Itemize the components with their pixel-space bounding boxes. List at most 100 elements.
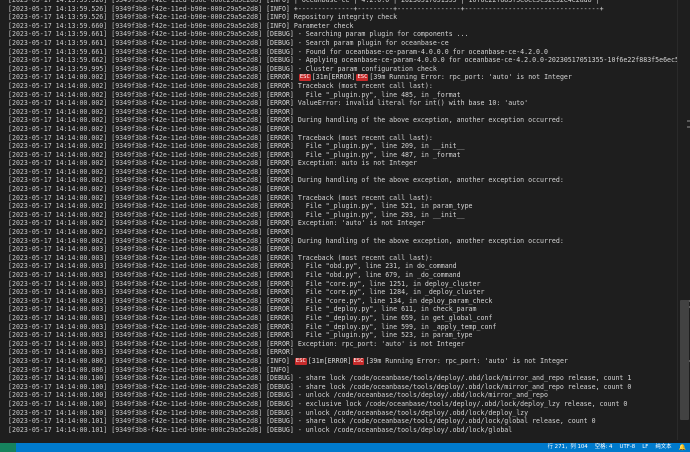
- log-trace-id: [9349f3b8-f42e-11ed-b90e-000c29a5e2d8]: [111, 90, 263, 99]
- log-line: [2023-05-17 14:14:00.100] [9349f3b8-f42e…: [0, 374, 690, 383]
- vertical-scrollbar[interactable]: [677, 0, 690, 440]
- log-level: [ERROR]: [266, 202, 294, 211]
- log-level: [DEBUG]: [266, 391, 294, 400]
- status-bar: 行 271，列 104 空格: 4 UTF-8 LF 纯文本 🔔: [0, 443, 690, 452]
- log-level: [ERROR]: [266, 193, 294, 202]
- log-message: +--------------+---------+--------------…: [293, 4, 604, 13]
- log-message: During handling of the above exception, …: [297, 236, 564, 245]
- log-timestamp: [2023-05-17 14:14:00.002]: [8, 159, 108, 168]
- log-message: - Found for oceanbase-ce-param-4.0.0.0 f…: [297, 47, 548, 56]
- log-message: - share lock /code/oceanbase/tools/deplo…: [297, 382, 632, 391]
- log-message: - Cluster param configuration check: [297, 64, 437, 73]
- log-trace-id: [9349f3b8-f42e-11ed-b90e-000c29a5e2d8]: [111, 288, 263, 297]
- notifications-icon[interactable]: 🔔: [679, 443, 686, 452]
- log-message: File "_plugin.py", line 485, in _format: [297, 90, 461, 99]
- log-trace-id: [9349f3b8-f42e-11ed-b90e-000c29a5e2d8]: [111, 210, 263, 219]
- log-timestamp: [2023-05-17 14:14:00.002]: [8, 167, 108, 176]
- log-message: File "_deploy.py", line 599, in _apply_t…: [297, 322, 497, 331]
- log-ansi-text: [31m[ERROR]: [311, 73, 356, 82]
- log-trace-id: [9349f3b8-f42e-11ed-b90e-000c29a5e2d8]: [111, 313, 263, 322]
- log-line: [2023-05-17 14:14:00.002] [9349f3b8-f42e…: [0, 151, 690, 160]
- log-level: [ERROR]: [266, 288, 294, 297]
- log-level: [ERROR]: [266, 245, 294, 254]
- log-timestamp: [2023-05-17 14:14:00.002]: [8, 228, 108, 237]
- log-timestamp: [2023-05-17 14:14:00.002]: [8, 107, 108, 116]
- log-message: [39m Running Error: rpc_port: 'auto' is …: [365, 356, 568, 365]
- log-message: File "core.py", line 1284, in _deploy_cl…: [297, 288, 485, 297]
- log-level: [DEBUG]: [266, 399, 294, 408]
- log-trace-id: [9349f3b8-f42e-11ed-b90e-000c29a5e2d8]: [111, 219, 263, 228]
- log-trace-id: [9349f3b8-f42e-11ed-b90e-000c29a5e2d8]: [111, 331, 263, 340]
- log-trace-id: [9349f3b8-f42e-11ed-b90e-000c29a5e2d8]: [111, 245, 263, 254]
- log-trace-id: [9349f3b8-f42e-11ed-b90e-000c29a5e2d8]: [111, 21, 263, 30]
- log-timestamp: [2023-05-17 14:14:00.003]: [8, 348, 108, 357]
- log-level: [ERROR]: [266, 150, 294, 159]
- log-trace-id: [9349f3b8-f42e-11ed-b90e-000c29a5e2d8]: [111, 167, 263, 176]
- log-message: File "core.py", line 134, in deploy_para…: [297, 296, 493, 305]
- log-line: [2023-05-17 14:14:00.002] [9349f3b8-f42e…: [0, 211, 690, 220]
- log-level: [ERROR]: [266, 313, 294, 322]
- log-trace-id: [9349f3b8-f42e-11ed-b90e-000c29a5e2d8]: [111, 382, 263, 391]
- log-line: [2023-05-17 14:13:59.661] [9349f3b8-f42e…: [0, 39, 690, 48]
- log-timestamp: [2023-05-17 14:14:00.002]: [8, 236, 108, 245]
- log-message: Exception: auto is not Integer: [297, 159, 417, 168]
- log-message: Traceback (most recent call last):: [297, 193, 433, 202]
- log-editor[interactable]: [2023-05-17 14:13:59.526] [9349f3b8-f42e…: [0, 0, 690, 440]
- log-message: - exclusive lock /code/oceanbase/tools/d…: [297, 399, 628, 408]
- log-trace-id: [9349f3b8-f42e-11ed-b90e-000c29a5e2d8]: [111, 348, 263, 357]
- eol-setting[interactable]: LF: [642, 443, 648, 452]
- log-trace-id: [9349f3b8-f42e-11ed-b90e-000c29a5e2d8]: [111, 425, 263, 434]
- log-message: File "core.py", line 1251, in deploy_clu…: [297, 279, 481, 288]
- log-line: [2023-05-17 14:14:00.002] [9349f3b8-f42e…: [0, 219, 690, 228]
- log-trace-id: [9349f3b8-f42e-11ed-b90e-000c29a5e2d8]: [111, 142, 263, 151]
- log-message: - unlock /code/oceanbase/tools/deploy/.o…: [297, 425, 513, 434]
- log-level: [ERROR]: [266, 322, 294, 331]
- log-timestamp: [2023-05-17 14:14:00.100]: [8, 399, 108, 408]
- log-trace-id: [9349f3b8-f42e-11ed-b90e-000c29a5e2d8]: [111, 56, 263, 65]
- log-timestamp: [2023-05-17 14:14:00.101]: [8, 425, 108, 434]
- log-line: [2023-05-17 14:13:59.526] [9349f3b8-f42e…: [0, 5, 690, 14]
- log-line: [2023-05-17 14:14:00.002] [9349f3b8-f42e…: [0, 185, 690, 194]
- log-line: [2023-05-17 14:14:00.002] [9349f3b8-f42e…: [0, 134, 690, 143]
- log-level: [DEBUG]: [266, 47, 294, 56]
- language-mode[interactable]: 纯文本: [655, 443, 671, 452]
- log-timestamp: [2023-05-17 14:14:00.086]: [8, 365, 108, 374]
- log-message: File "_plugin.py", line 293, in __init__: [297, 210, 465, 219]
- indentation-setting[interactable]: 空格: 4: [595, 443, 613, 452]
- log-line: [2023-05-17 14:14:00.002] [9349f3b8-f42e…: [0, 168, 690, 177]
- cursor-position[interactable]: 行 271，列 104: [548, 443, 588, 452]
- log-trace-id: [9349f3b8-f42e-11ed-b90e-000c29a5e2d8]: [111, 279, 263, 288]
- log-line: [2023-05-17 14:14:00.100] [9349f3b8-f42e…: [0, 391, 690, 400]
- log-line: [2023-05-17 14:14:00.002] [9349f3b8-f42e…: [0, 159, 690, 168]
- log-line: [2023-05-17 14:14:00.002] [9349f3b8-f42e…: [0, 142, 690, 151]
- encoding-setting[interactable]: UTF-8: [620, 443, 636, 452]
- log-trace-id: [9349f3b8-f42e-11ed-b90e-000c29a5e2d8]: [111, 116, 263, 125]
- log-timestamp: [2023-05-17 14:13:59.662]: [8, 56, 108, 65]
- control-char-badge: ESC: [356, 74, 369, 81]
- log-line: [2023-05-17 14:14:00.003] [9349f3b8-f42e…: [0, 245, 690, 254]
- log-line: [2023-05-17 14:13:59.526] [9349f3b8-f42e…: [0, 13, 690, 22]
- remote-indicator[interactable]: [0, 443, 16, 452]
- log-level: [ERROR]: [266, 279, 294, 288]
- log-trace-id: [9349f3b8-f42e-11ed-b90e-000c29a5e2d8]: [111, 73, 263, 82]
- log-line: [2023-05-17 14:14:00.086] [9349f3b8-f42e…: [0, 357, 690, 366]
- log-level: [INFO]: [266, 365, 290, 374]
- log-message: - share lock /code/oceanbase/tools/deplo…: [297, 374, 632, 383]
- log-timestamp: [2023-05-17 14:13:59.661]: [8, 38, 108, 47]
- log-message: - Applying oceanbase-ce-param-4.0.0.0 fo…: [297, 56, 690, 65]
- log-trace-id: [9349f3b8-f42e-11ed-b90e-000c29a5e2d8]: [111, 159, 263, 168]
- log-level: [ERROR]: [266, 124, 294, 133]
- log-line: [2023-05-17 14:14:00.003] [9349f3b8-f42e…: [0, 348, 690, 357]
- log-timestamp: [2023-05-17 14:14:00.002]: [8, 150, 108, 159]
- log-message: - unlock /code/oceanbase/tools/deploy/.o…: [297, 391, 548, 400]
- log-trace-id: [9349f3b8-f42e-11ed-b90e-000c29a5e2d8]: [111, 150, 263, 159]
- log-level: [ERROR]: [266, 339, 294, 348]
- log-line: [2023-05-17 14:14:00.003] [9349f3b8-f42e…: [0, 297, 690, 306]
- log-message: During handling of the above exception, …: [297, 116, 564, 125]
- log-trace-id: [9349f3b8-f42e-11ed-b90e-000c29a5e2d8]: [111, 262, 263, 271]
- log-level: [ERROR]: [266, 185, 294, 194]
- log-line: [2023-05-17 14:14:00.002] [9349f3b8-f42e…: [0, 228, 690, 237]
- log-message: File "_plugin.py", line 521, in param_ty…: [297, 202, 473, 211]
- scrollbar-thumb[interactable]: [680, 300, 689, 420]
- log-line: [2023-05-17 14:14:00.003] [9349f3b8-f42e…: [0, 331, 690, 340]
